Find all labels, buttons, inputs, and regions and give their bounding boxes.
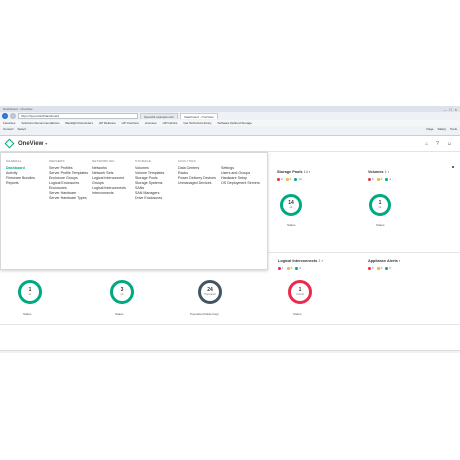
status-donut[interactable]: 1 ok [18,280,42,304]
main-menu: GENERAL Dashboard Activity Firmware Bundles… [0,152,268,270]
scroll-marker [452,166,454,168]
header-actions: ⌂ ? ☺ [425,141,452,147]
status-counts: 100 [278,266,323,270]
maximize-icon[interactable]: □ [449,107,451,112]
browser-chrome: Dashboard - OneView – □ × ‹ › https://hp… [0,106,460,136]
menu-heading: STORAGE [135,159,152,163]
menu-item[interactable]: Logical Interconnect Groups [92,176,134,186]
panel-caption: Status [376,223,385,227]
row-divider [0,324,460,325]
warning-icon [286,266,290,270]
critical-icon [368,266,371,270]
browser-tab-2[interactable]: Dashboard - OneView [180,113,218,119]
page-menu[interactable]: Page [426,127,433,131]
menu-item[interactable]: OS Deployment Servers [221,181,263,186]
menu-item[interactable]: Server Hardware Types [49,196,91,201]
menu-item[interactable]: Drive Enclosures [135,196,177,201]
status-counts: 000 [368,266,400,270]
favorites-item[interactable]: Favorites [3,121,15,125]
ok-icon [385,266,389,270]
horizontal-scrollbar[interactable] [0,350,460,353]
status-counts: 0 0 1 [368,177,391,181]
warning-icon [376,177,380,181]
help-icon[interactable]: ? [436,141,439,147]
menu-column: GENERAL Dashboard Activity Firmware Bundles… [6,159,48,186]
ok-icon [385,177,389,181]
menu-column: FACILITIES Data Centers Racks Power Deliver… [178,159,220,186]
critical-icon [368,177,371,181]
favorites-item[interactable]: HP OneView [122,121,139,125]
favorites-item[interactable]: Licenses [145,121,157,125]
favorites-item[interactable]: HP Reliance [99,121,116,125]
chevron-down-icon[interactable]: ▾ [45,141,47,146]
favorites-item[interactable]: HP Fabrics [163,121,178,125]
menu-heading [221,159,263,163]
status-donut[interactable]: 24 Populated [198,280,222,304]
dashboard-panel[interactable]: Appliance Alerts › 0 0 0 [368,259,400,270]
storage-pools-donut[interactable]: 14 ok [280,194,302,216]
tools-menu[interactable]: Tools [450,127,457,131]
panel-volumes[interactable]: Volumes 1 › 0 0 1 [368,170,391,181]
ok-icon [295,266,299,270]
menu-heading: FACILITIES [178,159,196,163]
favorites-item[interactable]: Backlight Reminders [66,121,94,125]
favorites-item[interactable]: Software Defined Storage [218,121,252,125]
panel-caption: Status [115,312,124,316]
volumes-donut[interactable]: 1 ok [369,194,391,216]
menu-column: NETWORKING Networks Network Sets Logical In… [92,159,134,196]
panel-caption: Status [287,223,296,227]
menu-item[interactable]: Reports [6,181,48,186]
command-bar: Convert Select Page Safety Tools [0,126,460,131]
minimize-icon[interactable]: – [444,107,446,112]
menu-item[interactable]: Interconnects [92,191,134,196]
address-bar[interactable]: https://hpeov01/#/dashboard [18,113,138,119]
panel-title[interactable]: Appliance Alerts › [368,259,400,263]
critical-icon [278,266,281,270]
forward-button[interactable]: › [10,113,16,119]
panel-title[interactable]: Volumes 1 › [368,170,391,174]
window-title: Dashboard - OneView [3,107,33,111]
menu-column: STORAGE Volumes Volume Templates Storage Po… [135,159,177,201]
warning-icon [285,177,289,181]
panel-caption: Status [23,312,32,316]
favorites-item[interactable]: Get Technical Library [183,121,211,125]
command-right: Page Safety Tools [426,127,457,131]
menu-heading: NETWORKING [92,159,115,163]
menu-heading: SERVERS [49,159,65,163]
browser-tab-1[interactable]: hpeov01.example.com [140,113,179,119]
dashboard-panel[interactable]: Logical Interconnects 1 › 1 0 0 [278,259,323,270]
status-counts: 0 0 14 [277,177,310,181]
user-icon[interactable]: ☺ [447,141,452,147]
menu-item[interactable]: Unmanaged Devices [178,181,220,186]
convert-button[interactable]: Convert [3,127,14,131]
panel-title[interactable]: Logical Interconnects 1 › [278,259,323,263]
address-row: ‹ › https://hpeov01/#/dashboard hpeov01.… [0,112,460,120]
app-name[interactable]: OneView [18,141,43,147]
panel-title[interactable]: Storage Pools 14 › [277,170,310,174]
warning-icon [376,266,380,270]
select-button[interactable]: Select [18,127,26,131]
app-header: OneView ▾ ⌂ ? ☺ [0,136,460,152]
home-icon[interactable]: ⌂ [425,141,428,147]
panel-caption: Populated blade bays [190,312,219,316]
status-donut[interactable]: 1 Critical [288,280,312,304]
menu-column: Settings Users and Groups Hardware Setup OS… [221,159,263,186]
window-controls: – □ × [444,107,457,112]
close-icon[interactable]: × [455,107,457,112]
back-button[interactable]: ‹ [2,113,8,119]
panel-storage-pools[interactable]: Storage Pools 14 › 0 0 14 [277,170,310,181]
favorites-item[interactable]: Solutions Recommendations [21,121,59,125]
status-donut[interactable]: 3 ok [110,280,134,304]
safety-menu[interactable]: Safety [437,127,446,131]
panel-caption: Status [293,312,302,316]
critical-icon [277,177,280,181]
menu-column: SERVERS Server Profiles Server Profile Tem… [49,159,91,201]
menu-heading: GENERAL [6,159,22,163]
ok-icon [294,177,298,181]
hpe-logo-icon [4,138,15,149]
